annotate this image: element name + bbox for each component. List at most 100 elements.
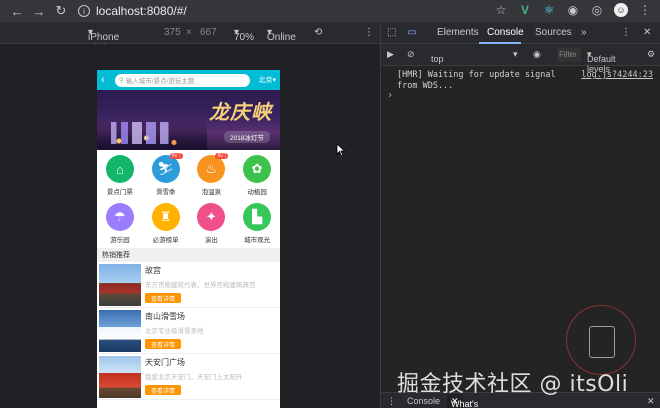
category-icon: ⛷ bbox=[151, 155, 180, 183]
item-text: 故宫东方宫殿建筑代表，世界宫殿建筑典范 查看详情 bbox=[141, 264, 256, 305]
category-item[interactable]: ☂ 游乐园 bbox=[97, 200, 143, 246]
category-icon: ☂ bbox=[105, 203, 134, 231]
detail-button[interactable]: 查看详情 bbox=[145, 385, 181, 395]
detail-button[interactable]: 查看详情 bbox=[145, 339, 181, 349]
network-select[interactable]: Online ▾ bbox=[267, 27, 296, 43]
back-arrow-icon[interactable]: ‹ bbox=[101, 74, 111, 86]
category-item[interactable]: ♜ 必游榜单 bbox=[143, 200, 189, 246]
tab-console[interactable]: Console bbox=[487, 27, 524, 38]
category-label: 演出 bbox=[204, 237, 218, 244]
viewport: ‹ ⚲ 输入城市/景点/游玩主题 北京▾ 龙庆峡 2018冰灯节 ⌂ 景点门票 ⛷ 热… bbox=[0, 44, 380, 408]
category-label: 必游榜单 bbox=[152, 237, 179, 244]
levels-select[interactable]: Default levels ▾ bbox=[587, 49, 616, 74]
category-item[interactable]: ▙ 城市观光 bbox=[234, 200, 280, 246]
console-source-link[interactable]: log.js?4244:23 bbox=[581, 70, 653, 81]
devtools-tabs: ⬚ ▭ Elements Console Sources » ⋮ ✕ bbox=[381, 22, 660, 44]
category-item[interactable]: ⛷ 热门滑雪季 bbox=[143, 152, 189, 198]
extension-icons: ☆ V ⚛ ◉ ◎ ☺ ⋮ bbox=[494, 3, 652, 17]
more-tabs-icon[interactable]: » bbox=[581, 27, 587, 38]
inspect-icon[interactable]: ⬚ bbox=[387, 27, 396, 38]
tab-sources[interactable]: Sources bbox=[535, 27, 572, 38]
list-item[interactable]: 南山滑雪场 北京专业级滑雪圣地 查看详情 bbox=[97, 308, 280, 354]
section-title: 热销推荐 bbox=[97, 248, 280, 262]
app-header: ‹ ⚲ 输入城市/景点/游玩主题 北京▾ bbox=[97, 70, 280, 90]
category-icon: ♜ bbox=[151, 203, 180, 231]
category-icon: ♨ bbox=[197, 155, 226, 183]
category-icon: ⌂ bbox=[105, 155, 134, 183]
settings-gear-icon[interactable]: ⚙ bbox=[647, 49, 655, 60]
category-item[interactable]: ✿ 动植园 bbox=[234, 152, 280, 198]
category-item[interactable]: ⌂ 景点门票 bbox=[97, 152, 143, 198]
banner-castle bbox=[111, 122, 181, 144]
eye-icon[interactable]: ◉ bbox=[533, 49, 541, 60]
react-devtools-icon[interactable]: ⚛ bbox=[542, 3, 556, 17]
category-icon: ✦ bbox=[197, 203, 226, 231]
device-menu-icon[interactable]: ⋮ bbox=[364, 27, 374, 38]
zoom-select[interactable]: 70% ▾ bbox=[234, 27, 254, 43]
category-icons: ⌂ 景点门票 ⛷ 热门 滑雪季 ♨ 热门 泡温泉 ✿ 动植园 ☂ 游乐园 ♜ 必游榜单 ✦ 演出 ▙ 城市观光 bbox=[97, 150, 280, 246]
reload-icon: ↻ bbox=[55, 3, 67, 18]
close-devtools-icon[interactable]: ✕ bbox=[643, 27, 651, 38]
search-input[interactable]: ⚲ 输入城市/景点/游玩主题 bbox=[115, 73, 250, 87]
item-thumbnail bbox=[99, 264, 141, 306]
search-icon: ⚲ bbox=[119, 77, 124, 84]
detail-button[interactable]: 查看详情 bbox=[145, 293, 181, 303]
item-desc: 我爱北京天安门，天安门上太阳升 bbox=[145, 374, 243, 381]
hot-badge: 热门 bbox=[169, 153, 183, 159]
arrow-right-icon: → bbox=[32, 3, 46, 19]
devtools-menu-icon[interactable]: ⋮ bbox=[621, 27, 631, 38]
robot-face-icon bbox=[589, 326, 615, 358]
item-desc: 北京专业级滑雪圣地 bbox=[145, 328, 204, 335]
console-prompt[interactable]: › bbox=[387, 90, 393, 101]
list-item[interactable]: 天安门广场 我爱北京天安门，天安门上太阳升 查看详情 bbox=[97, 354, 280, 400]
category-item[interactable]: ✦ 演出 bbox=[189, 200, 235, 246]
category-item[interactable]: ♨ 热门泡温泉 bbox=[189, 152, 235, 198]
recommend-list: 故宫 东方宫殿建筑代表，世界宫殿建筑典范 查看详情 南山滑雪场 北京专业级滑雪圣地 查看详… bbox=[97, 262, 280, 400]
extension-icon-2[interactable]: ◎ bbox=[590, 3, 604, 17]
item-name: 故宫 bbox=[145, 266, 161, 275]
category-label: 泡温泉 bbox=[201, 189, 222, 196]
device-height[interactable]: 667 bbox=[200, 27, 217, 38]
device-select[interactable]: iPhone 6/7/8 ▾ bbox=[88, 27, 119, 54]
clear-console-icon[interactable]: ⊘ bbox=[407, 49, 415, 60]
item-text: 天安门广场 我爱北京天安门，天安门上太阳升 查看详情 bbox=[141, 356, 243, 397]
drawer-menu-icon[interactable]: ⋮ bbox=[387, 396, 396, 407]
category-label: 游乐园 bbox=[110, 237, 130, 244]
item-thumbnail bbox=[99, 356, 141, 398]
watermark-text: 掘金技术社区 @ itsOli bbox=[397, 372, 629, 397]
address-bar[interactable]: i localhost:8080/#/ bbox=[78, 2, 187, 20]
banner-swiper[interactable]: 龙庆峡 2018冰灯节 bbox=[97, 90, 280, 150]
mouse-cursor-icon bbox=[336, 143, 346, 157]
forward-button[interactable]: → bbox=[28, 0, 50, 22]
star-icon[interactable]: ☆ bbox=[494, 3, 508, 17]
rotate-icon[interactable]: ⟲ bbox=[314, 27, 322, 38]
filter-input[interactable]: Filter bbox=[557, 48, 581, 62]
vue-devtools-icon[interactable]: V bbox=[518, 3, 532, 17]
close-drawer-icon[interactable]: ✕ bbox=[647, 396, 655, 407]
category-label: 滑雪季 bbox=[155, 189, 176, 196]
browser-toolbar: ← → ↻ i localhost:8080/#/ ☆ V ⚛ ◉ ◎ ☺ ⋮ bbox=[0, 0, 660, 22]
category-label: 景点门票 bbox=[106, 189, 133, 196]
tab-elements[interactable]: Elements bbox=[437, 27, 479, 38]
device-width[interactable]: 375 bbox=[164, 27, 181, 38]
list-item[interactable]: 故宫东方宫殿建筑代表，世界宫殿建筑典范 查看详情 bbox=[97, 262, 280, 308]
sidebar-toggle-icon[interactable]: ▶ bbox=[387, 49, 394, 60]
menu-icon[interactable]: ⋮ bbox=[638, 3, 652, 17]
banner-subtitle: 2018冰灯节 bbox=[224, 131, 270, 143]
url-text: localhost:8080/#/ bbox=[96, 4, 187, 18]
info-icon[interactable]: i bbox=[78, 5, 90, 17]
back-button[interactable]: ← bbox=[6, 0, 28, 22]
hot-badge: 热门 bbox=[215, 153, 229, 159]
city-select[interactable]: 北京▾ bbox=[254, 75, 276, 85]
dimension-times: × bbox=[186, 27, 192, 38]
extension-icon[interactable]: ◉ bbox=[566, 3, 580, 17]
banner-title: 龙庆峡 bbox=[209, 100, 272, 124]
device-toggle-icon[interactable]: ▭ bbox=[407, 27, 416, 38]
item-desc: 东方宫殿建筑代表，世界宫殿建筑典范 bbox=[145, 282, 256, 289]
item-text: 南山滑雪场 北京专业级滑雪圣地 查看详情 bbox=[141, 310, 204, 351]
reload-button[interactable]: ↻ bbox=[50, 0, 72, 22]
category-label: 动植园 bbox=[247, 189, 267, 196]
context-dropdown-icon[interactable]: ▾ bbox=[513, 49, 518, 60]
profile-avatar[interactable]: ☺ bbox=[614, 3, 628, 17]
category-label: 城市观光 bbox=[244, 237, 271, 244]
